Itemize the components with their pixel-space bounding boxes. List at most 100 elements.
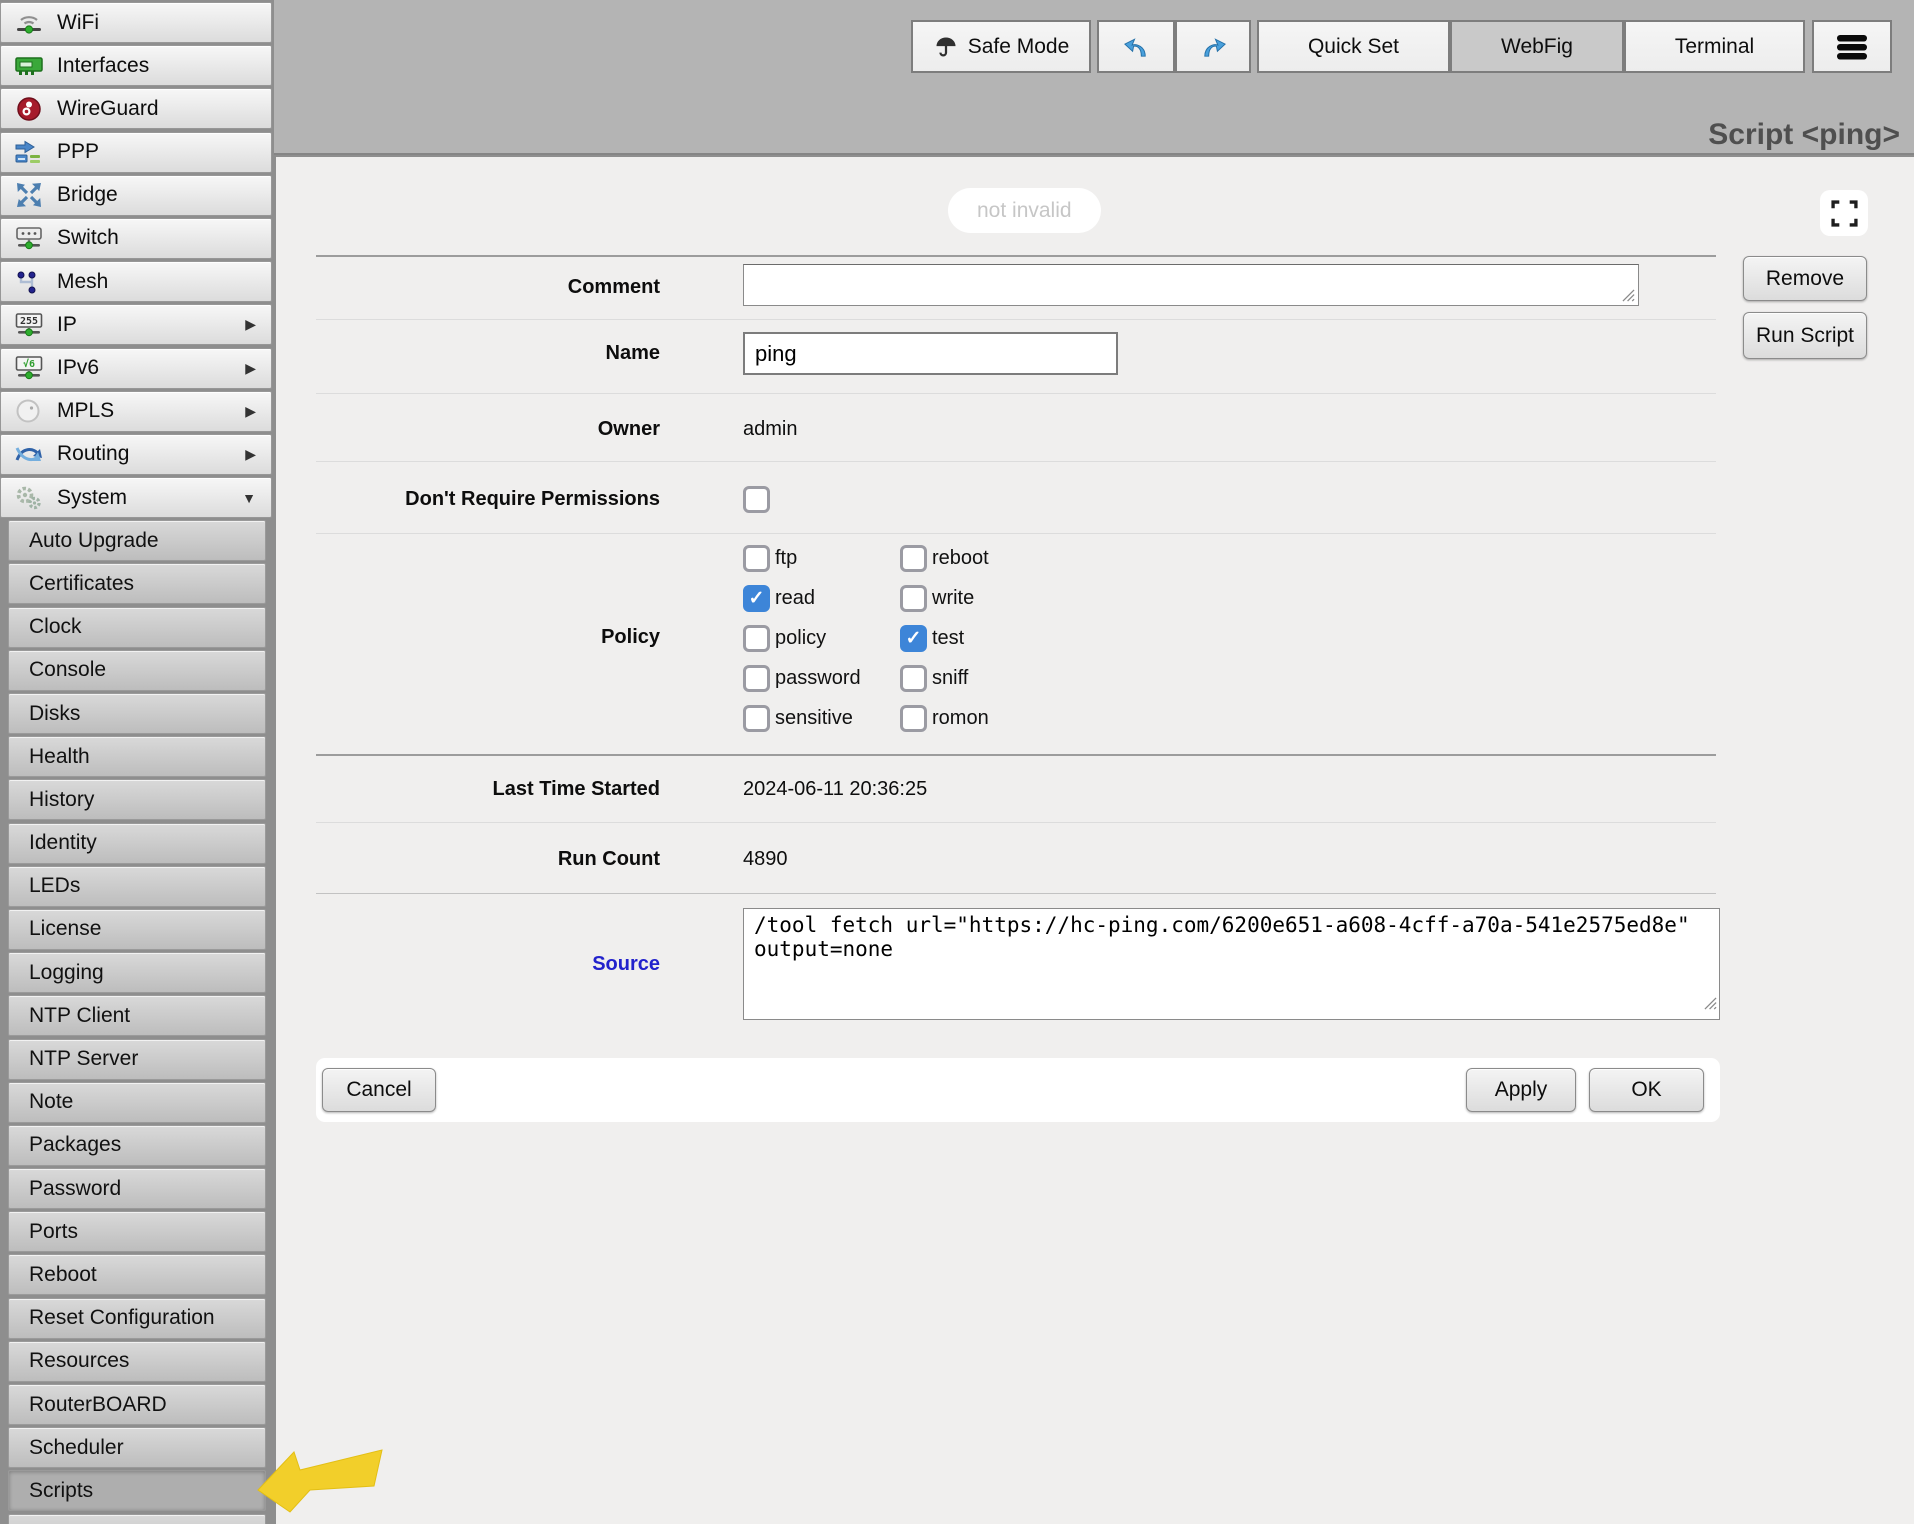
sidebar-item-wifi[interactable]: WiFi — [0, 2, 272, 43]
top-bar: Safe Mode Quick Set WebFig Termina — [274, 0, 1914, 155]
sidebar-item-leds[interactable]: LEDs — [8, 866, 266, 907]
sidebar-item-interfaces[interactable]: Interfaces — [0, 45, 272, 86]
sidebar-system-submenu: Auto UpgradeCertificatesClockConsoleDisk… — [0, 520, 274, 1524]
sidebar-item-ip[interactable]: 255IP▶ — [0, 304, 272, 345]
sidebar-item-routerboard[interactable]: RouterBOARD — [8, 1384, 266, 1425]
sidebar-item-scheduler[interactable]: Scheduler — [8, 1427, 266, 1468]
name-label: Name — [276, 342, 660, 365]
sidebar-item-system[interactable]: System▼ — [0, 477, 272, 518]
policy-label: Policy — [276, 626, 660, 649]
sidebar-item-reboot[interactable]: Reboot — [8, 1254, 266, 1295]
sidebar-item-label: Switch — [57, 226, 271, 250]
sidebar-item-disks[interactable]: Disks — [8, 693, 266, 734]
fullscreen-icon — [1831, 200, 1858, 227]
policy-checkbox-sensitive[interactable]: sensitive — [743, 698, 900, 738]
sidebar-item-reset-configuration[interactable]: Reset Configuration — [8, 1298, 266, 1339]
terminal-label: Terminal — [1675, 35, 1754, 59]
sidebar-item-auto-upgrade[interactable]: Auto Upgrade — [8, 520, 266, 561]
sidebar-item-logging[interactable]: Logging — [8, 952, 266, 993]
sidebar-item-resources[interactable]: Resources — [8, 1341, 266, 1382]
undo-button[interactable] — [1097, 20, 1175, 73]
policy-checkbox-test[interactable]: ✓test — [900, 618, 1130, 658]
apply-button[interactable]: Apply — [1466, 1068, 1576, 1112]
sidebar-item-ntp-server[interactable]: NTP Server — [8, 1039, 266, 1080]
fullscreen-button[interactable] — [1820, 190, 1868, 236]
policy-checkbox-password[interactable]: password — [743, 658, 900, 698]
sidebar-item-label: Mesh — [57, 270, 271, 294]
safe-mode-button[interactable]: Safe Mode — [911, 20, 1091, 73]
checkbox-icon: ✓ — [900, 625, 927, 652]
policy-label: read — [775, 587, 815, 610]
divider — [316, 822, 1716, 823]
webfig-label: WebFig — [1501, 35, 1573, 59]
sidebar-item-ports[interactable]: Ports — [8, 1211, 266, 1252]
policy-checkbox-policy[interactable]: policy — [743, 618, 900, 658]
sidebar-item-history[interactable]: History — [8, 779, 266, 820]
sidebar-item-packages[interactable]: Packages — [8, 1125, 266, 1166]
sidebar-item-wireguard[interactable]: WireGuard — [0, 88, 272, 129]
remove-button[interactable]: Remove — [1743, 256, 1867, 301]
sidebar-item-ppp[interactable]: PPP — [0, 132, 272, 173]
policy-checkbox-sniff[interactable]: sniff — [900, 658, 1130, 698]
name-input[interactable] — [743, 332, 1118, 375]
sidebar-item-ipv6[interactable]: √6IPv6▶ — [0, 348, 272, 389]
divider — [316, 754, 1716, 756]
sidebar-item-shutdown[interactable]: Shutdown — [8, 1514, 266, 1524]
cancel-button[interactable]: Cancel — [322, 1068, 436, 1112]
dont-require-permissions-checkbox[interactable] — [743, 486, 770, 513]
sidebar-item-mpls[interactable]: MPLS▶ — [0, 391, 272, 432]
sidebar-item-license[interactable]: License — [8, 909, 266, 950]
sidebar-item-note[interactable]: Note — [8, 1082, 266, 1123]
sidebar-item-ntp-client[interactable]: NTP Client — [8, 995, 266, 1036]
comment-input[interactable] — [743, 264, 1639, 306]
redo-button[interactable] — [1175, 20, 1251, 73]
resize-handle[interactable] — [1704, 997, 1717, 1015]
checkbox-icon — [900, 585, 927, 612]
run-count-label: Run Count — [276, 848, 660, 871]
hamburger-menu-button[interactable] — [1812, 20, 1892, 73]
policy-label: romon — [932, 707, 989, 730]
policy-checkbox-read[interactable]: ✓read — [743, 578, 900, 618]
sidebar-item-label: System — [57, 486, 242, 510]
policy-checkbox-ftp[interactable]: ftp — [743, 538, 900, 578]
policy-label: test — [932, 627, 964, 650]
sidebar-item-switch[interactable]: Switch — [0, 218, 272, 259]
last-time-started-label: Last Time Started — [276, 778, 660, 801]
tab-terminal[interactable]: Terminal — [1624, 20, 1805, 73]
sidebar-item-console[interactable]: Console — [8, 650, 266, 691]
redo-icon — [1198, 31, 1229, 62]
checkbox-icon — [900, 665, 927, 692]
policy-checkbox-reboot[interactable]: reboot — [900, 538, 1130, 578]
sidebar-item-mesh[interactable]: Mesh — [0, 261, 272, 302]
resize-handle[interactable] — [1622, 289, 1635, 307]
annotation-arrow — [254, 1434, 390, 1523]
chevron-down-icon: ▼ — [242, 490, 271, 506]
quick-set-button[interactable]: Quick Set — [1257, 20, 1450, 73]
sidebar-item-bridge[interactable]: Bridge — [0, 175, 272, 216]
interfaces-icon — [12, 51, 46, 81]
sidebar-item-identity[interactable]: Identity — [8, 823, 266, 864]
sidebar-item-health[interactable]: Health — [8, 736, 266, 777]
policy-label: policy — [775, 627, 826, 650]
wifi-icon — [12, 8, 46, 38]
sidebar-item-password[interactable]: Password — [8, 1168, 266, 1209]
policy-checkbox-write[interactable]: write — [900, 578, 1130, 618]
sidebar-item-routing[interactable]: Routing▶ — [0, 434, 272, 475]
safe-mode-label: Safe Mode — [968, 35, 1070, 59]
sidebar-item-label: PPP — [57, 140, 271, 164]
divider — [316, 893, 1716, 894]
sidebar-item-scripts[interactable]: Scripts — [8, 1470, 266, 1511]
policy-checkbox-romon[interactable]: romon — [900, 698, 1130, 738]
source-textarea[interactable]: /tool fetch url="https://hc-ping.com/620… — [743, 908, 1720, 1020]
policy-label: ftp — [775, 547, 797, 570]
webfig-app: WiFi Interfaces WireGuard PPP Bridge Switch Me… — [0, 0, 1914, 1524]
tab-webfig[interactable]: WebFig — [1450, 20, 1624, 73]
sidebar-item-certificates[interactable]: Certificates — [8, 563, 266, 604]
ok-button[interactable]: OK — [1589, 1068, 1704, 1112]
run-script-button[interactable]: Run Script — [1743, 312, 1867, 359]
policy-checkbox-group: ftpreboot✓readwritepolicy✓testpasswordsn… — [743, 538, 1130, 738]
checkbox-icon: ✓ — [743, 585, 770, 612]
chevron-right-icon: ▶ — [245, 360, 271, 377]
sidebar-item-label: Interfaces — [57, 54, 271, 78]
sidebar-item-clock[interactable]: Clock — [8, 607, 266, 648]
